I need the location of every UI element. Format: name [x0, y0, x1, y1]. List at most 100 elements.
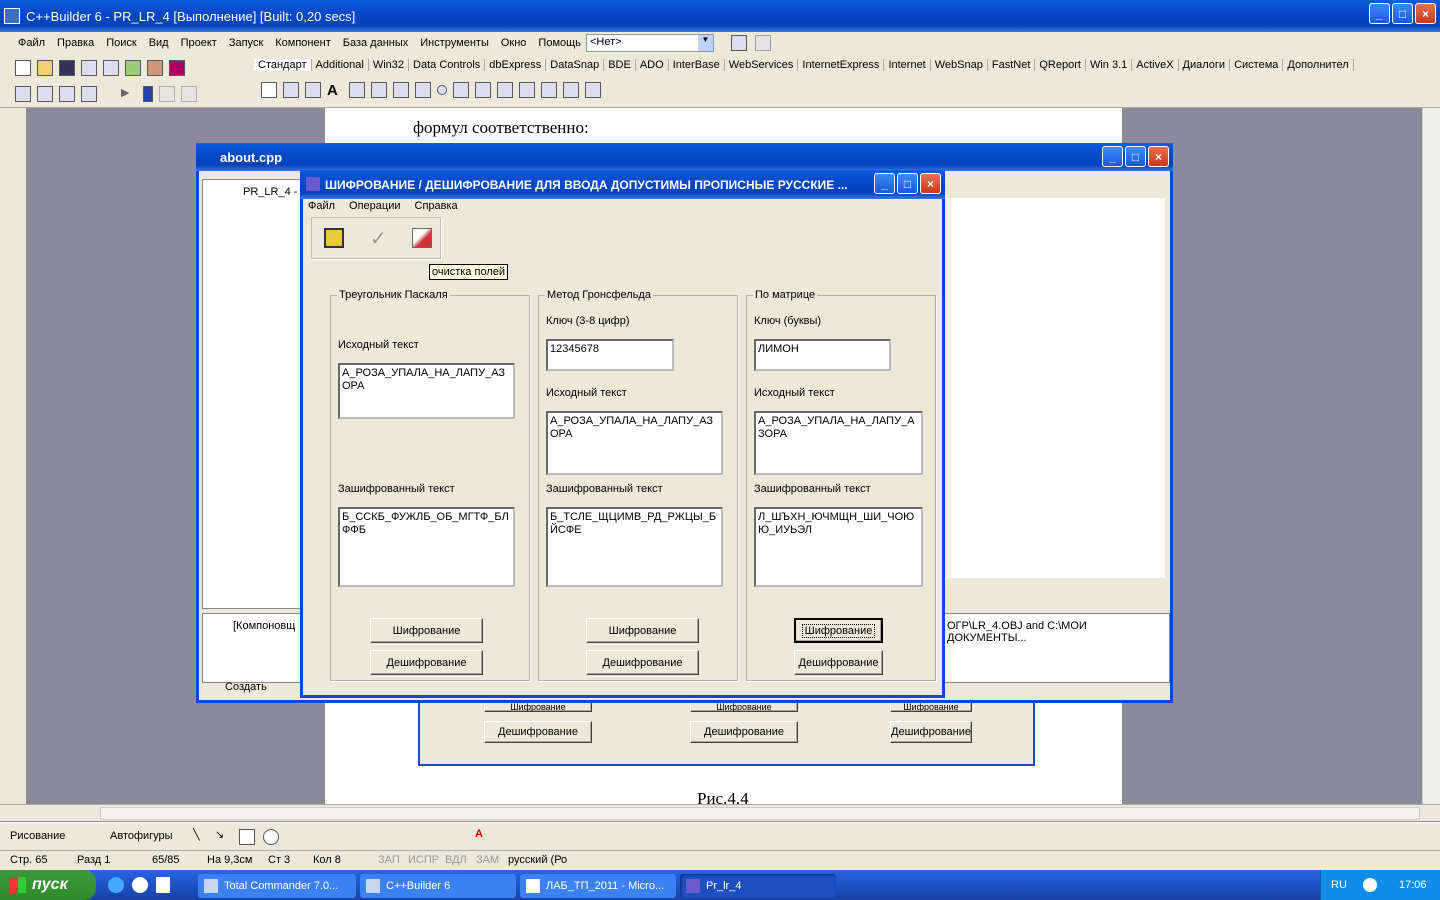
remove-from-project-icon[interactable]: [147, 60, 163, 76]
close-button[interactable]: ×: [1148, 146, 1169, 167]
arrow-icon[interactable]: ↘: [215, 828, 231, 844]
close-button[interactable]: ×: [1415, 3, 1436, 24]
build-tab[interactable]: Создать: [225, 681, 267, 693]
save-icon[interactable]: [59, 60, 75, 76]
menu-operations[interactable]: Операции: [349, 200, 400, 212]
minimize-button[interactable]: _: [1369, 3, 1390, 24]
trace-into-icon[interactable]: [159, 86, 175, 102]
toggle-form-icon[interactable]: [59, 86, 75, 102]
menu-database[interactable]: База данных: [337, 37, 415, 49]
palette-tab[interactable]: Диалоги: [1179, 59, 1231, 71]
pointer-icon[interactable]: [261, 82, 277, 98]
encrypt-button[interactable]: Шифрование: [370, 618, 483, 643]
groupbox-icon[interactable]: [519, 82, 535, 98]
source-memo[interactable]: А_РОЗА_УПАЛА_НА_ЛАПУ_АЗОРА: [754, 411, 923, 475]
exit-door-icon[interactable]: [324, 228, 344, 248]
palette-tab[interactable]: Стандарт: [254, 59, 312, 71]
palette-tab[interactable]: InternetExpress: [798, 59, 885, 71]
palette-tab[interactable]: ADO: [636, 59, 669, 71]
radio-icon[interactable]: [437, 85, 447, 95]
menu-view[interactable]: Вид: [143, 37, 175, 49]
minimize-button[interactable]: _: [874, 173, 895, 194]
action-list-icon[interactable]: [585, 82, 601, 98]
menu-window[interactable]: Окно: [495, 37, 533, 49]
menu-help[interactable]: Помощь: [532, 37, 587, 49]
new-form-icon[interactable]: [81, 86, 97, 102]
check-icon[interactable]: ✓: [370, 226, 387, 251]
window-list-icon[interactable]: [731, 35, 747, 51]
word-vscrollbar[interactable]: [1422, 108, 1440, 804]
oval-icon[interactable]: [263, 829, 279, 845]
palette-tab[interactable]: Win 3.1: [1086, 59, 1133, 71]
taskbar-item[interactable]: ЛАБ_ТП_2011 - Micro...: [520, 874, 676, 898]
media-player-icon[interactable]: [132, 877, 148, 893]
taskbar-item[interactable]: Pr_lr_4: [680, 874, 836, 898]
listbox-icon[interactable]: [453, 82, 469, 98]
encrypt-button[interactable]: Шифрование: [586, 618, 699, 643]
maximize-button[interactable]: □: [1125, 146, 1146, 167]
font-color-icon[interactable]: A: [475, 828, 491, 844]
key-input[interactable]: 12345678: [546, 339, 674, 371]
palette-tab[interactable]: WebSnap: [931, 59, 988, 71]
popup-menu-icon[interactable]: [305, 82, 321, 98]
source-memo[interactable]: А_РОЗА_УПАЛА_НА_ЛАПУ_АЗОРА: [546, 411, 723, 475]
save-all-icon[interactable]: [81, 60, 97, 76]
run-icon[interactable]: ▶: [121, 86, 137, 102]
taskbar-item[interactable]: Total Commander 7.0...: [198, 874, 356, 898]
decrypt-button[interactable]: Дешифрование: [370, 650, 483, 675]
close-button[interactable]: ×: [920, 173, 941, 194]
menu-run[interactable]: Запуск: [223, 37, 269, 49]
palette-tab[interactable]: WebServices: [725, 59, 799, 71]
panel-icon[interactable]: [563, 82, 579, 98]
line-icon[interactable]: ╲: [193, 828, 209, 844]
word-quick-icon[interactable]: [156, 877, 170, 893]
frame-icon[interactable]: [283, 82, 299, 98]
pause-icon[interactable]: [143, 86, 153, 102]
config-combo[interactable]: <Нет> ▼: [586, 34, 714, 52]
forms-icon[interactable]: [37, 86, 53, 102]
open-project-icon[interactable]: [103, 60, 119, 76]
encrypted-memo[interactable]: Л_ШЪХН_ЮЧМЩН_ШИ_ЧОЮЮ_ИУЬЭЛ: [754, 507, 923, 587]
minimize-button[interactable]: _: [1102, 146, 1123, 167]
message-item[interactable]: [Компоновщ: [233, 620, 295, 632]
autoshapes-menu[interactable]: Автофигуры: [110, 830, 173, 842]
palette-tab[interactable]: InterBase: [669, 59, 725, 71]
palette-tab[interactable]: QReport: [1035, 59, 1086, 71]
units-icon[interactable]: [15, 86, 31, 102]
decrypt-button[interactable]: Дешифрование: [794, 650, 883, 675]
palette-tab[interactable]: Data Controls: [409, 59, 486, 71]
new-icon[interactable]: [15, 60, 31, 76]
open-icon[interactable]: [37, 60, 53, 76]
memo-icon[interactable]: [371, 82, 387, 98]
encrypted-memo[interactable]: Б_ТСЛЕ_ЩЦИМВ_РД_РЖЦЫ_БЙСФЕ: [546, 507, 723, 587]
menu-edit[interactable]: Правка: [51, 37, 100, 49]
menu-file[interactable]: Файл: [308, 200, 335, 212]
radiogroup-icon[interactable]: [541, 82, 557, 98]
maximize-button[interactable]: □: [897, 173, 918, 194]
palette-tab[interactable]: ActiveX: [1132, 59, 1179, 71]
menu-search[interactable]: Поиск: [100, 37, 142, 49]
ie-icon[interactable]: [108, 877, 124, 893]
decrypt-button[interactable]: Дешифрование: [586, 650, 699, 675]
palette-tab[interactable]: BDE: [604, 59, 636, 71]
palette-tab[interactable]: Additional: [312, 59, 369, 71]
palette-tab[interactable]: Система: [1230, 59, 1284, 71]
key-input[interactable]: ЛИМОН: [754, 339, 891, 371]
draw-menu[interactable]: Рисование: [10, 830, 65, 842]
scrollbar-icon[interactable]: [497, 82, 513, 98]
window-list-icon-2[interactable]: [755, 35, 771, 51]
menu-project[interactable]: Проект: [175, 37, 223, 49]
language-indicator[interactable]: RU: [1331, 879, 1347, 891]
palette-tab[interactable]: dbExpress: [485, 59, 547, 71]
button-icon[interactable]: [393, 82, 409, 98]
taskbar-item[interactable]: C++Builder 6: [360, 874, 516, 898]
clear-brush-icon[interactable]: [412, 228, 432, 248]
maximize-button[interactable]: □: [1392, 3, 1413, 24]
menu-component[interactable]: Компонент: [269, 37, 336, 49]
start-button[interactable]: пуск: [0, 870, 96, 900]
add-to-project-icon[interactable]: [125, 60, 141, 76]
palette-tab[interactable]: Дополнител: [1283, 59, 1354, 71]
step-over-icon[interactable]: [181, 86, 197, 102]
label-icon[interactable]: A: [327, 82, 343, 99]
tree-item[interactable]: PR_LR_4 -: [243, 186, 297, 198]
